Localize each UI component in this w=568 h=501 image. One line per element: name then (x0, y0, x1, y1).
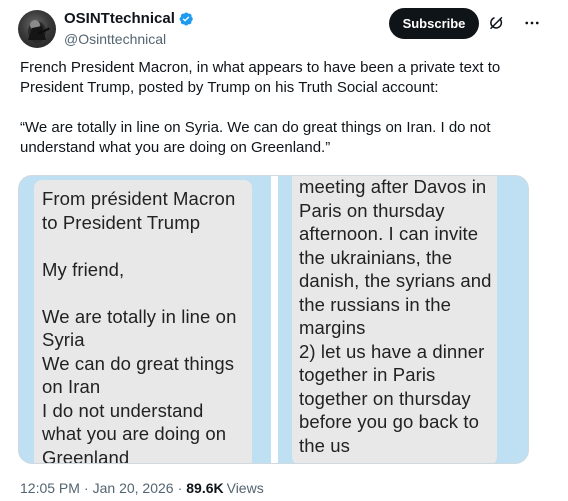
tweet-time[interactable]: 12:05 PM (20, 480, 80, 497)
message-text-right: meeting after Davos in Paris on thursday… (299, 176, 492, 456)
screenshot-panel-right: meeting after Davos in Paris on thursday… (278, 176, 528, 463)
grok-icon[interactable] (488, 14, 506, 32)
tweet-metadata: 12:05 PM · Jan 20, 2026 · 89.6K Views (20, 480, 264, 497)
tweet-header: OSINTtechnical @Osinttechnical Subscribe (16, 6, 552, 50)
tweet-body: French President Macron, in what appears… (20, 58, 550, 178)
views-label: Views (226, 480, 264, 496)
meta-separator: · (83, 480, 89, 496)
user-info: OSINTtechnical @Osinttechnical (64, 10, 194, 48)
screenshot-panel-left: From président Macron to President Trump… (19, 176, 271, 464)
more-icon[interactable] (522, 14, 542, 32)
tweet-date[interactable]: Jan 20, 2026 (93, 480, 174, 497)
user-handle[interactable]: @Osinttechnical (64, 30, 194, 48)
views-count: 89.6K (186, 480, 224, 496)
meta-separator-2: · (177, 480, 183, 496)
name-row: OSINTtechnical (64, 10, 194, 28)
panel-divider (271, 176, 278, 463)
subscribe-button[interactable]: Subscribe (389, 8, 479, 39)
tweet-media-image[interactable]: From président Macron to President Trump… (18, 175, 529, 464)
avatar-image (28, 20, 50, 43)
message-bubble-right: meeting after Davos in Paris on thursday… (292, 176, 497, 463)
message-bubble-left: From président Macron to President Trump… (34, 180, 252, 464)
tweet-paragraph-intro: French President Macron, in what appears… (20, 59, 501, 96)
tweet-paragraph-quote: “We are totally in line on Syria. We can… (20, 119, 491, 156)
avatar[interactable] (18, 10, 56, 48)
message-text-left: From président Macron to President Trump… (42, 188, 237, 464)
verified-badge-icon[interactable] (178, 11, 194, 27)
display-name[interactable]: OSINTtechnical (64, 10, 175, 28)
